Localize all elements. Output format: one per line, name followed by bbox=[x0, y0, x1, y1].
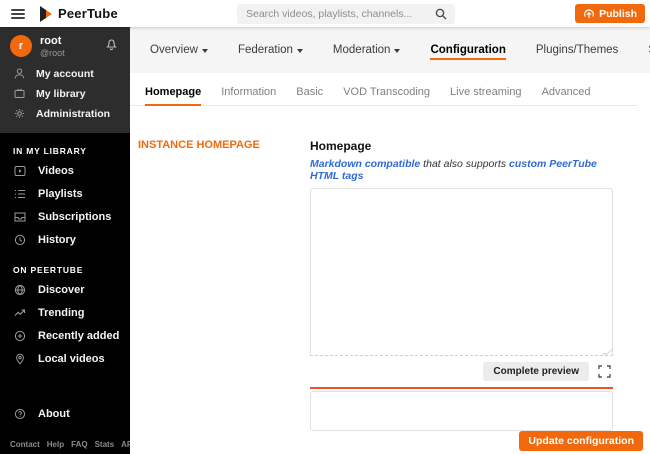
sidebar-item-trending[interactable]: Trending bbox=[0, 302, 130, 325]
publish-button[interactable]: Publish bbox=[575, 4, 645, 23]
update-configuration-button[interactable]: Update configuration bbox=[519, 431, 643, 451]
sidebar-item-label: Videos bbox=[38, 165, 74, 178]
sidebar-item-my-account[interactable]: My account bbox=[0, 64, 130, 84]
trending-up-icon bbox=[13, 307, 26, 319]
footer-link-faq[interactable]: FAQ bbox=[71, 440, 87, 449]
sidebar-item-label: Local videos bbox=[38, 353, 105, 366]
editor-divider bbox=[310, 387, 613, 389]
homepage-field-label: Homepage bbox=[310, 139, 372, 153]
plus-circle-icon bbox=[13, 330, 26, 342]
homepage-textarea[interactable] bbox=[310, 188, 613, 356]
sidebar-item-my-library[interactable]: My library bbox=[0, 84, 130, 104]
sidebar-item-videos[interactable]: Videos bbox=[0, 160, 130, 183]
menu-toggle-icon[interactable] bbox=[11, 8, 25, 19]
section-header-in-my-library: IN MY LIBRARY bbox=[13, 145, 87, 156]
tab-homepage[interactable]: Homepage bbox=[145, 86, 202, 106]
sidebar-item-label: My library bbox=[36, 87, 86, 100]
sidebar-item-discover[interactable]: Discover bbox=[0, 279, 130, 302]
notifications-bell-icon[interactable] bbox=[105, 37, 118, 51]
search-box bbox=[237, 4, 455, 24]
account-block: r root @root My account My library Admin… bbox=[0, 27, 130, 133]
sidebar: r root @root My account My library Admin… bbox=[0, 27, 130, 454]
inbox-icon bbox=[13, 211, 26, 223]
sidebar-item-local-videos[interactable]: Local videos bbox=[0, 348, 130, 371]
gear-icon bbox=[13, 108, 26, 119]
search-icon[interactable] bbox=[435, 8, 447, 20]
sidebar-item-label: Administration bbox=[36, 107, 111, 120]
admin-nav-overview[interactable]: Overview bbox=[150, 40, 208, 60]
sidebar-item-subscriptions[interactable]: Subscriptions bbox=[0, 206, 130, 229]
playlist-icon bbox=[13, 188, 26, 200]
complete-preview-button[interactable]: Complete preview bbox=[483, 362, 589, 381]
main-content: Homepage Information Basic VOD Transcodi… bbox=[130, 73, 650, 454]
sidebar-item-playlists[interactable]: Playlists bbox=[0, 183, 130, 206]
sidebar-footer-links: Contact Help FAQ Stats API bbox=[0, 440, 130, 449]
footer-link-api[interactable]: API bbox=[121, 440, 130, 449]
tab-information[interactable]: Information bbox=[221, 86, 276, 105]
admin-nav-label: Moderation bbox=[332, 44, 391, 56]
history-clock-icon bbox=[13, 234, 26, 246]
upload-icon bbox=[583, 8, 595, 20]
admin-nav-label: Overview bbox=[150, 44, 198, 56]
chevron-down-icon bbox=[394, 48, 401, 53]
avatar[interactable]: r bbox=[10, 35, 32, 58]
preview-toolbar: Complete preview bbox=[310, 356, 613, 387]
person-icon bbox=[13, 68, 26, 80]
user-row[interactable]: r root @root bbox=[0, 27, 130, 64]
footer-link-help[interactable]: Help bbox=[47, 440, 64, 449]
peertube-logo-icon bbox=[39, 5, 53, 22]
admin-nav-configuration[interactable]: Configuration bbox=[430, 40, 506, 60]
section-header-on-peertube: ON PEERTUBE bbox=[13, 264, 84, 275]
video-icon bbox=[13, 165, 26, 177]
chevron-down-icon bbox=[296, 48, 303, 53]
section-title: INSTANCE HOMEPAGE bbox=[138, 139, 260, 151]
chevron-down-icon bbox=[201, 48, 208, 53]
sidebar-item-recently-added[interactable]: Recently added bbox=[0, 325, 130, 348]
sidebar-item-label: Subscriptions bbox=[38, 211, 112, 224]
admin-nav-label: Plugins/Themes bbox=[535, 44, 619, 56]
config-tabs: Homepage Information Basic VOD Transcodi… bbox=[130, 86, 637, 106]
tab-basic[interactable]: Basic bbox=[296, 86, 323, 105]
sidebar-item-label: Trending bbox=[38, 307, 85, 320]
map-pin-icon bbox=[13, 353, 26, 366]
admin-nav-label: Federation bbox=[237, 44, 293, 56]
user-handle: @root bbox=[40, 47, 65, 58]
top-bar: PeerTube Publish bbox=[0, 0, 650, 27]
tab-vod-transcoding[interactable]: VOD Transcoding bbox=[343, 86, 430, 105]
sidebar-item-about[interactable]: About bbox=[0, 403, 130, 426]
sidebar-item-history[interactable]: History bbox=[0, 229, 130, 252]
tab-advanced[interactable]: Advanced bbox=[542, 86, 591, 105]
markdown-compatible-link[interactable]: Markdown compatible bbox=[310, 158, 420, 170]
markdown-hint: Markdown compatible that also supports c… bbox=[310, 158, 613, 182]
sidebar-item-label: About bbox=[38, 408, 70, 421]
admin-nav-label: Configuration bbox=[430, 44, 506, 56]
homepage-form: INSTANCE HOMEPAGE Homepage Markdown comp… bbox=[130, 139, 650, 431]
sidebar-item-label: My account bbox=[36, 67, 94, 80]
admin-nav-plugins-themes[interactable]: Plugins/Themes bbox=[536, 40, 618, 60]
sidebar-item-label: History bbox=[38, 234, 76, 247]
sidebar-item-label: Discover bbox=[38, 284, 85, 297]
search-input[interactable] bbox=[237, 8, 435, 20]
hint-text: that also supports bbox=[420, 158, 509, 170]
sidebar-item-label: Recently added bbox=[38, 330, 120, 343]
sidebar-item-label: Playlists bbox=[38, 188, 83, 201]
publish-label: Publish bbox=[599, 7, 637, 20]
user-name: root bbox=[40, 35, 62, 47]
admin-nav: Overview Federation Moderation Configura… bbox=[130, 27, 650, 73]
library-icon bbox=[13, 88, 26, 99]
app-title: PeerTube bbox=[58, 6, 118, 21]
globe-icon bbox=[13, 284, 26, 296]
sidebar-item-administration[interactable]: Administration bbox=[0, 104, 130, 124]
fullscreen-icon[interactable] bbox=[598, 365, 611, 378]
admin-nav-federation[interactable]: Federation bbox=[238, 40, 303, 60]
admin-nav-moderation[interactable]: Moderation bbox=[333, 40, 401, 60]
tab-live-streaming[interactable]: Live streaming bbox=[450, 86, 522, 105]
footer-link-stats[interactable]: Stats bbox=[95, 440, 115, 449]
peertube-logo[interactable]: PeerTube bbox=[39, 5, 118, 22]
question-circle-icon bbox=[13, 408, 26, 420]
markdown-editor: Complete preview bbox=[310, 188, 614, 431]
preview-area bbox=[310, 391, 613, 431]
footer-link-contact[interactable]: Contact bbox=[10, 440, 40, 449]
